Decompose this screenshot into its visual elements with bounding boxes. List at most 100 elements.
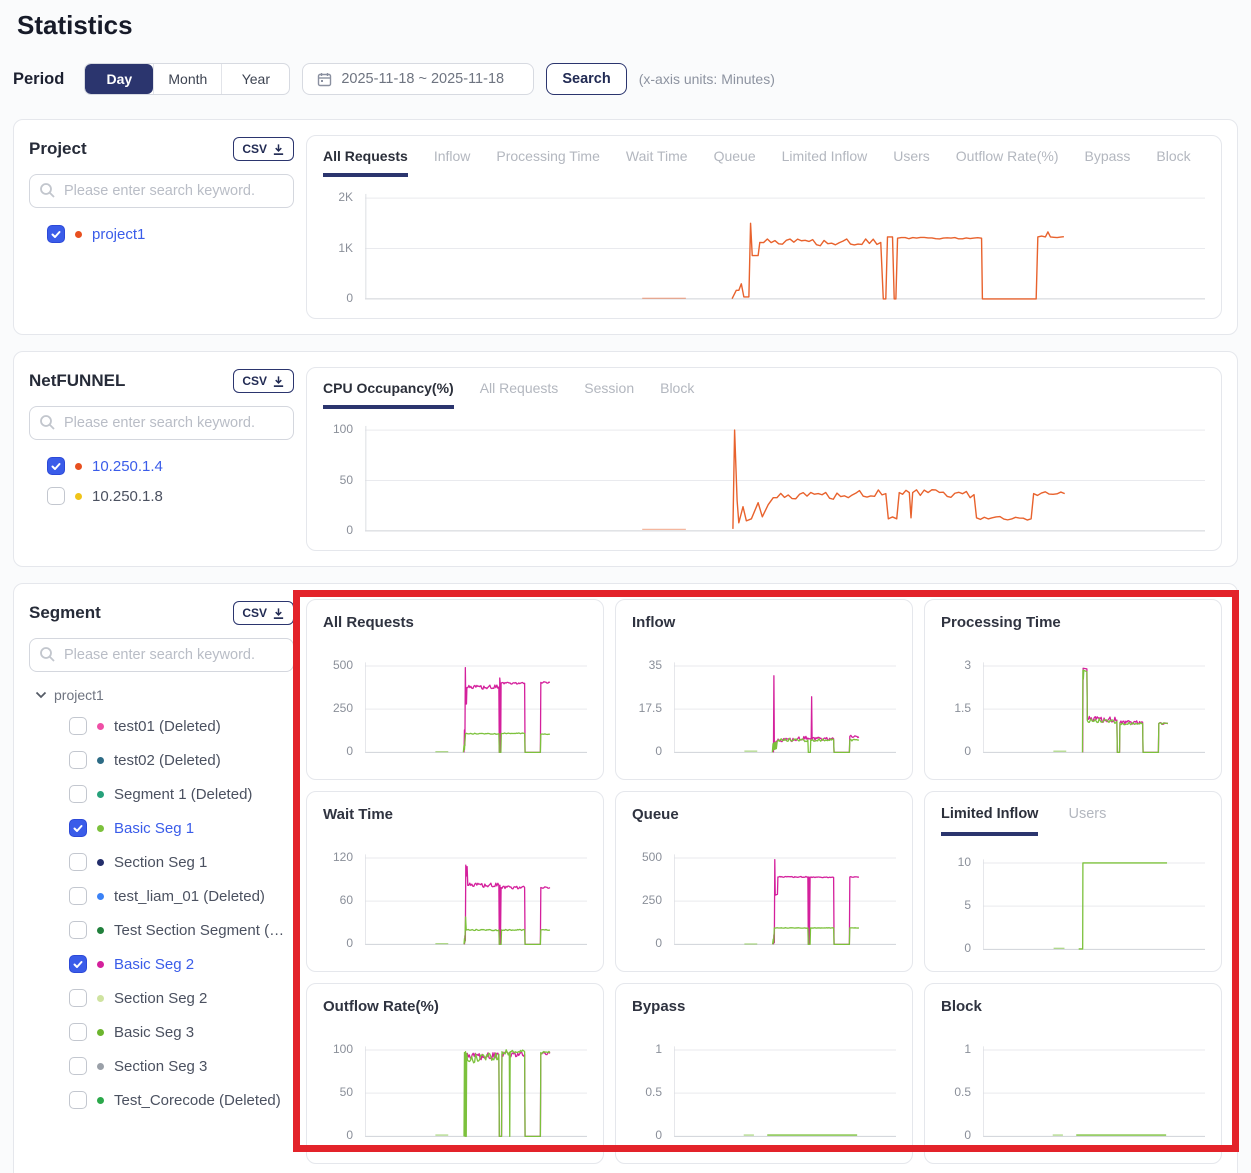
segment-label[interactable]: Test Section Segment (Delet... — [114, 922, 294, 939]
project-chart: 2K1K0 — [323, 183, 1205, 309]
segment-tree-root[interactable]: project1 — [35, 687, 294, 703]
project-chart-tab-limited-inflow[interactable]: Limited Inflow — [782, 148, 868, 177]
netfunnel-label[interactable]: 10.250.1.8 — [92, 488, 163, 505]
segment-row: Section Seg 3 — [69, 1057, 294, 1075]
project-csv-download-button[interactable]: CSV — [233, 137, 294, 161]
checkbox-checked[interactable] — [47, 225, 65, 243]
segment-row: Basic Seg 3 — [69, 1023, 294, 1041]
segment-label[interactable]: test01 (Deleted) — [114, 718, 221, 735]
y-axis-tick-label: 0 — [655, 1128, 662, 1142]
project-chart-tab-queue[interactable]: Queue — [714, 148, 756, 177]
limited-inflow-chart: 1050 — [941, 850, 1205, 958]
segment-label[interactable]: Segment 1 (Deleted) — [114, 786, 252, 803]
segment-row: Test_Corecode (Deleted) — [69, 1091, 294, 1109]
checkbox-unchecked[interactable] — [69, 887, 87, 905]
segment-row: Test Section Segment (Delet... — [69, 921, 294, 939]
y-axis-labels: 10.50 — [632, 1037, 668, 1145]
project-chart-tabs: All Requests Inflow Processing Time Wait Ti… — [323, 148, 1205, 177]
y-axis-tick-label: 10 — [958, 855, 971, 869]
segment-item-list: test01 (Deleted) test02 (Deleted) Segment … — [29, 717, 294, 1109]
segment-search-input[interactable] — [29, 638, 294, 672]
segment-label[interactable]: Basic Seg 2 — [114, 956, 194, 973]
card-title: Wait Time — [323, 806, 587, 823]
segment-row: Section Seg 2 — [69, 989, 294, 1007]
y-axis-tick-label: 0 — [964, 1128, 971, 1142]
segment-label[interactable]: test02 (Deleted) — [114, 752, 221, 769]
series-color-dot — [97, 961, 104, 968]
chevron-down-icon[interactable] — [35, 691, 47, 699]
segment-row: test_liam_01 (Deleted) — [69, 887, 294, 905]
project-chart-tab-users[interactable]: Users — [893, 148, 930, 177]
segment-label[interactable]: Basic Seg 1 — [114, 820, 194, 837]
tree-root-label[interactable]: project1 — [54, 687, 104, 703]
search-button[interactable]: Search — [546, 63, 626, 95]
segment-label[interactable]: Test_Corecode (Deleted) — [114, 1092, 281, 1109]
project-search-input[interactable] — [29, 174, 294, 208]
checkbox-checked[interactable] — [69, 955, 87, 973]
checkbox-unchecked[interactable] — [69, 989, 87, 1007]
checkbox-checked[interactable] — [47, 457, 65, 475]
y-axis-tick-label: 1 — [964, 1042, 971, 1056]
checkbox-unchecked[interactable] — [69, 751, 87, 769]
checkbox-unchecked[interactable] — [47, 487, 65, 505]
period-tab-day[interactable]: Day — [85, 64, 153, 94]
checkbox-unchecked[interactable] — [69, 921, 87, 939]
y-axis-tick-label: 100 — [333, 1042, 353, 1056]
series-color-dot — [97, 791, 104, 798]
period-tab-year[interactable]: Year — [221, 64, 289, 94]
series-color-dot — [75, 463, 82, 470]
project-chart-tab-inflow[interactable]: Inflow — [434, 148, 471, 177]
period-tab-month[interactable]: Month — [153, 64, 221, 94]
segment-label[interactable]: test_liam_01 (Deleted) — [114, 888, 265, 905]
netfunnel-search-input[interactable] — [29, 406, 294, 440]
check-icon — [72, 822, 84, 834]
project-chart-tab-block[interactable]: Block — [1156, 148, 1190, 177]
project-chart-tab-outflow-rate[interactable]: Outflow Rate(%) — [956, 148, 1059, 177]
y-axis-tick-label: 1 — [655, 1042, 662, 1056]
checkbox-unchecked[interactable] — [69, 1091, 87, 1109]
series-color-dot — [97, 723, 104, 730]
chart-card-block: Block10.50 — [924, 983, 1222, 1164]
y-axis-labels: 5002500 — [632, 845, 668, 953]
project-chart-tab-bypass[interactable]: Bypass — [1085, 148, 1131, 177]
project-label[interactable]: project1 — [92, 226, 145, 243]
download-icon — [272, 375, 285, 388]
all-requests-chart-svg — [365, 653, 587, 761]
netfunnel-chart-tab-cpu-occupancy[interactable]: CPU Occupancy(%) — [323, 380, 454, 409]
segment-chart-tab-limited-inflow[interactable]: Limited Inflow — [941, 806, 1038, 836]
segment-label[interactable]: Section Seg 2 — [114, 990, 207, 1007]
segment-label[interactable]: Section Seg 3 — [114, 1058, 207, 1075]
y-axis-labels: 2K1K0 — [323, 183, 359, 309]
netfunnel-csv-download-button[interactable]: CSV — [233, 369, 294, 393]
netfunnel-chart-tab-all-requests[interactable]: All Requests — [480, 380, 559, 409]
check-icon — [50, 228, 62, 240]
y-axis-labels: 100500 — [323, 415, 359, 541]
download-icon — [272, 143, 285, 156]
y-axis-tick-label: 50 — [340, 473, 353, 487]
project-row: project1 — [47, 225, 294, 243]
checkbox-unchecked[interactable] — [69, 785, 87, 803]
netfunnel-label[interactable]: 10.250.1.4 — [92, 458, 163, 475]
checkbox-unchecked[interactable] — [69, 717, 87, 735]
netfunnel-chart-tab-session[interactable]: Session — [584, 380, 634, 409]
checkbox-checked[interactable] — [69, 819, 87, 837]
y-axis-labels: 31.50 — [941, 653, 977, 761]
project-chart-tab-processing-time[interactable]: Processing Time — [496, 148, 599, 177]
project-chart-tab-wait-time[interactable]: Wait Time — [626, 148, 688, 177]
segment-label[interactable]: Basic Seg 3 — [114, 1024, 194, 1041]
project-chart-tab-all-requests[interactable]: All Requests — [323, 148, 408, 177]
segment-label[interactable]: Section Seg 1 — [114, 854, 207, 871]
segment-chart-tab-users[interactable]: Users — [1068, 806, 1106, 836]
netfunnel-chart-card: CPU Occupancy(%) All Requests Session Block… — [306, 367, 1222, 551]
checkbox-unchecked[interactable] — [69, 853, 87, 871]
checkbox-unchecked[interactable] — [69, 1057, 87, 1075]
checkbox-unchecked[interactable] — [69, 1023, 87, 1041]
netfunnel-chart-tab-block[interactable]: Block — [660, 380, 694, 409]
card-title: Inflow — [632, 614, 896, 631]
netfunnel-item-list: 10.250.1.4 10.250.1.8 — [29, 457, 294, 505]
netfunnel-chart-tabs: CPU Occupancy(%) All Requests Session Block — [323, 380, 1205, 409]
series-color-dot — [97, 1097, 104, 1104]
date-range-input[interactable]: 2025-11-18 ~ 2025-11-18 — [302, 63, 534, 95]
segment-csv-download-button[interactable]: CSV — [233, 601, 294, 625]
block-chart-svg — [983, 1037, 1205, 1145]
